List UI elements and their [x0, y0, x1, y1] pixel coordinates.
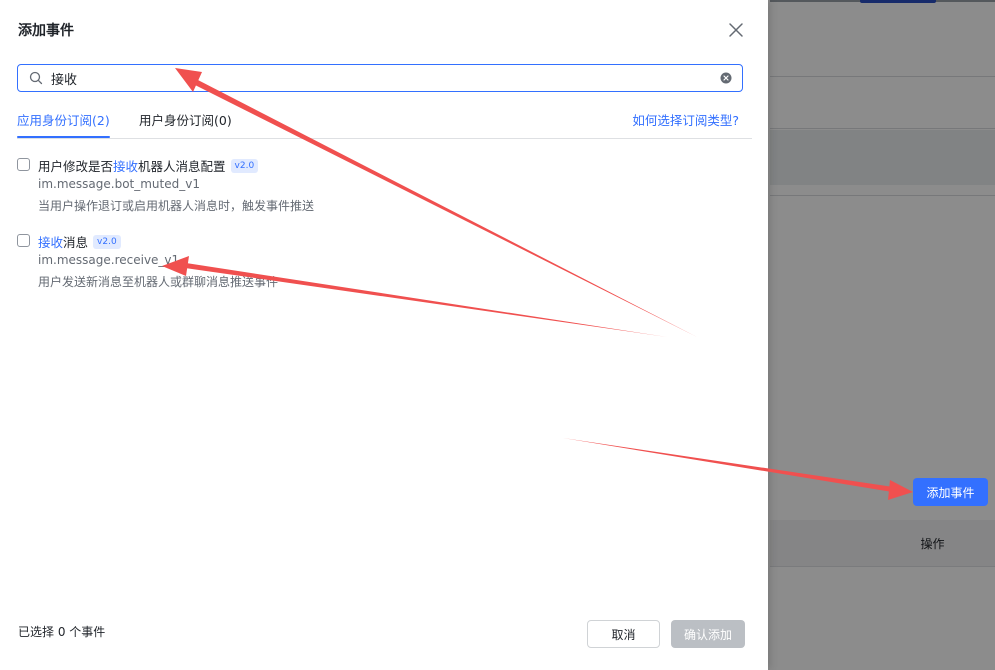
tab-app-subscription[interactable]: 应用身份订阅(2) — [17, 110, 110, 138]
event-title-text: 消息 — [63, 235, 89, 250]
close-button[interactable] — [726, 20, 746, 40]
event-title-text: 用户修改是否 — [38, 159, 114, 174]
version-badge: v2.0 — [93, 234, 121, 249]
event-title-text: 机器人消息配置 — [138, 159, 226, 174]
tab-user-subscription[interactable]: 用户身份订阅(0) — [139, 110, 232, 137]
event-checkbox[interactable] — [17, 158, 30, 171]
event-title: 接收 消息 v2.0 — [38, 232, 121, 251]
screen: 操作 添加事件 添加事件 接收 应用身份订阅(2) 用户身份订阅(0) 如何选择… — [0, 0, 995, 670]
add-event-button[interactable]: 添加事件 — [913, 478, 988, 506]
search-input[interactable] — [51, 70, 720, 86]
help-link[interactable]: 如何选择订阅类型? — [632, 110, 739, 129]
event-description: 用户发送新消息至机器人或群聊消息推送事件 — [38, 275, 279, 289]
event-title-highlight: 接收 — [38, 235, 64, 250]
event-key: im.message.bot_muted_v1 — [38, 177, 200, 191]
confirm-add-button[interactable]: 确认添加 — [671, 620, 745, 648]
event-checkbox[interactable] — [17, 234, 30, 247]
cancel-button[interactable]: 取消 — [587, 620, 660, 648]
event-key: im.message.receive_v1 — [38, 253, 180, 267]
close-icon — [729, 23, 743, 37]
clear-icon[interactable] — [720, 72, 732, 84]
event-title: 用户修改是否 接收 机器人消息配置 v2.0 — [38, 156, 259, 175]
search-icon — [29, 71, 43, 85]
selected-count: 已选择 0 个事件 — [18, 625, 106, 639]
event-title-highlight: 接收 — [113, 159, 139, 174]
event-description: 当用户操作退订或启用机器人消息时，触发事件推送 — [38, 199, 315, 213]
add-event-drawer: 添加事件 应用身份订阅(2) 用户身份订阅( — [0, 0, 768, 670]
subscription-tabs: 应用身份订阅(2) 用户身份订阅(0) 如何选择订阅类型? — [17, 106, 752, 139]
version-badge: v2.0 — [230, 158, 259, 173]
search-box[interactable] — [17, 64, 743, 92]
drawer-title: 添加事件 — [18, 23, 74, 39]
